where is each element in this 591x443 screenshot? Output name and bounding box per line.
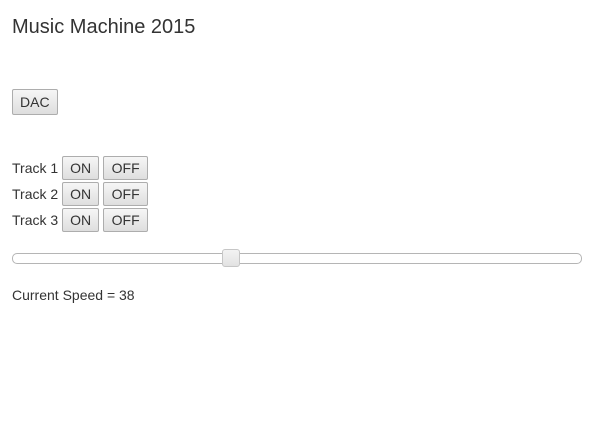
- track-1-on-button[interactable]: ON: [62, 156, 100, 180]
- track-1-off-button[interactable]: OFF: [103, 156, 149, 180]
- track-2-on-button[interactable]: ON: [62, 182, 100, 206]
- current-speed-readout: Current Speed = 38: [12, 287, 135, 303]
- track-1-label: Track 1: [12, 160, 59, 176]
- track-3-label: Track 3: [12, 212, 59, 228]
- track-row-1: Track 1 ON OFF: [12, 155, 149, 181]
- page-title: Music Machine 2015: [12, 16, 196, 38]
- music-machine-page: Music Machine 2015 DAC Track 1 ON OFF Tr…: [0, 0, 591, 443]
- track-controls: Track 1 ON OFF Track 2 ON OFF Track 3 ON…: [12, 155, 149, 233]
- speed-slider[interactable]: [12, 249, 582, 267]
- track-2-off-button[interactable]: OFF: [103, 182, 149, 206]
- speed-slider-track[interactable]: [12, 253, 582, 264]
- track-3-on-button[interactable]: ON: [62, 208, 100, 232]
- dac-button[interactable]: DAC: [12, 89, 58, 115]
- track-row-2: Track 2 ON OFF: [12, 181, 149, 207]
- speed-slider-thumb[interactable]: [221, 249, 240, 267]
- track-2-label: Track 2: [12, 186, 59, 202]
- track-3-off-button[interactable]: OFF: [103, 208, 149, 232]
- track-row-3: Track 3 ON OFF: [12, 207, 149, 233]
